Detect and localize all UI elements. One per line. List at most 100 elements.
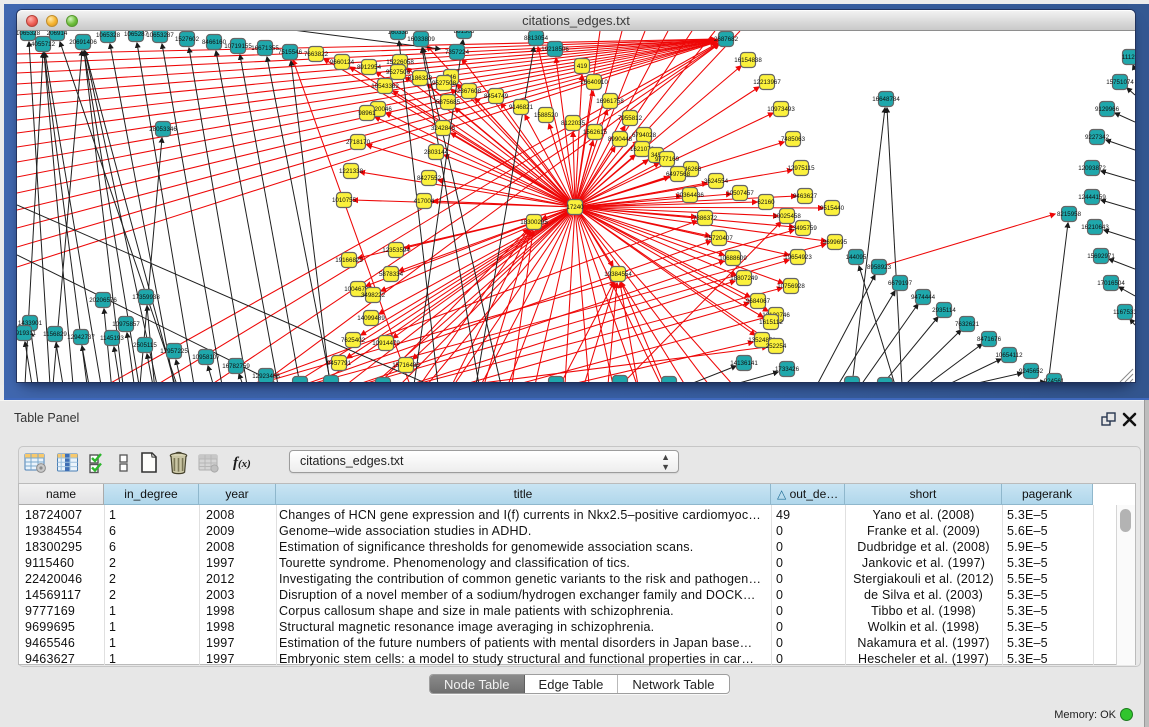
svg-text:3498222: 3498222 xyxy=(361,292,386,299)
svg-text:12975115: 12975115 xyxy=(787,165,815,172)
svg-text:7632621: 7632621 xyxy=(955,321,980,328)
svg-text:1562615: 1562615 xyxy=(583,129,608,136)
svg-text:17359938: 17359938 xyxy=(132,294,160,301)
svg-text:16782759: 16782759 xyxy=(222,363,250,370)
svg-text:14136141: 14136141 xyxy=(730,360,758,367)
svg-text:1733426: 1733426 xyxy=(775,366,800,373)
svg-text:12213967: 12213967 xyxy=(753,79,781,86)
svg-text:1065328: 1065328 xyxy=(96,32,121,39)
svg-text:10973493: 10973493 xyxy=(767,106,795,113)
svg-text:160338: 160338 xyxy=(388,31,409,36)
svg-text:8427552: 8427552 xyxy=(417,175,442,182)
svg-text:9146821: 9146821 xyxy=(509,104,534,111)
svg-text:10756928: 10756928 xyxy=(777,283,805,290)
svg-text:9684067: 9684067 xyxy=(746,298,771,305)
svg-text:16640910: 16640910 xyxy=(580,79,608,86)
svg-text:7386372: 7386372 xyxy=(693,215,718,222)
svg-text:12942737: 12942737 xyxy=(67,334,95,341)
svg-text:1615112: 1615112 xyxy=(759,319,783,326)
svg-text:17240: 17240 xyxy=(566,204,584,211)
svg-text:8990448: 8990448 xyxy=(608,136,633,143)
svg-text:1167533: 1167533 xyxy=(1113,309,1135,316)
svg-text:12444159: 12444159 xyxy=(1078,194,1106,201)
svg-text:9129966: 9129966 xyxy=(1095,106,1120,113)
svg-text:17957225: 17957225 xyxy=(160,348,188,355)
svg-text:3242845: 3242845 xyxy=(431,125,456,132)
svg-text:16210643: 16210643 xyxy=(1081,224,1109,231)
svg-text:5875685: 5875685 xyxy=(436,99,461,106)
svg-text:10507457: 10507457 xyxy=(726,190,754,197)
svg-text:9527508: 9527508 xyxy=(432,80,457,87)
svg-text:10719155: 10719155 xyxy=(224,43,252,50)
svg-text:419: 419 xyxy=(577,63,588,70)
svg-text:19654923: 19654923 xyxy=(784,254,812,261)
svg-text:20206576: 20206576 xyxy=(89,297,117,304)
svg-text:18300295: 18300295 xyxy=(520,219,548,226)
svg-text:16961758: 16961758 xyxy=(596,98,624,105)
svg-text:9457791: 9457791 xyxy=(327,360,352,367)
svg-text:10914479: 10914479 xyxy=(372,340,400,347)
svg-text:2803144: 2803144 xyxy=(424,149,449,156)
svg-text:10688609: 10688609 xyxy=(719,255,747,262)
svg-text:14099489: 14099489 xyxy=(357,315,385,322)
svg-text:9463627: 9463627 xyxy=(793,193,818,200)
svg-text:3919311: 3919311 xyxy=(17,330,36,337)
svg-text:1156829: 1156829 xyxy=(43,331,67,338)
svg-text:28053346: 28053346 xyxy=(149,126,177,133)
svg-text:17016504: 17016504 xyxy=(1097,280,1125,287)
svg-text:12093872: 12093872 xyxy=(1078,165,1106,172)
svg-text:16154838: 16154838 xyxy=(734,57,762,64)
svg-text:8215958: 8215958 xyxy=(1057,211,1082,218)
svg-text:18807249: 18807249 xyxy=(730,275,758,282)
svg-text:7663822: 7663822 xyxy=(304,51,329,58)
svg-text:4055712: 4055712 xyxy=(31,41,56,48)
svg-text:8471676: 8471676 xyxy=(977,336,1002,343)
svg-text:8813054: 8813054 xyxy=(524,35,549,42)
svg-text:7515546: 7515546 xyxy=(278,49,303,56)
svg-text:10543362: 10543362 xyxy=(371,83,399,90)
svg-text:2718170: 2718170 xyxy=(346,139,371,146)
svg-text:9515440: 9515440 xyxy=(820,205,845,212)
svg-text:15720407: 15720407 xyxy=(705,235,733,242)
svg-text:1010755: 1010755 xyxy=(332,197,357,204)
svg-text:9227342: 9227342 xyxy=(1085,134,1110,141)
svg-text:7625402: 7625402 xyxy=(341,337,366,344)
svg-text:9699695: 9699695 xyxy=(823,239,848,246)
svg-text:6794028: 6794028 xyxy=(632,132,657,139)
svg-text:417004: 417004 xyxy=(414,198,435,205)
svg-text:15716485: 15716485 xyxy=(392,362,420,369)
svg-text:10025458: 10025458 xyxy=(773,213,801,220)
svg-text:19384554: 19384554 xyxy=(604,271,632,278)
svg-text:10975857: 10975857 xyxy=(112,321,140,328)
svg-text:1065328: 1065328 xyxy=(17,31,41,37)
svg-text:15751074: 15751074 xyxy=(1106,79,1134,86)
svg-text:13495759: 13495759 xyxy=(789,225,817,232)
svg-text:2935114: 2935114 xyxy=(932,307,956,314)
svg-text:9660124: 9660124 xyxy=(330,59,355,66)
svg-text:19218506: 19218506 xyxy=(541,46,569,53)
svg-text:11123: 11123 xyxy=(1122,54,1135,61)
svg-text:2367608: 2367608 xyxy=(457,88,482,95)
svg-text:9474444: 9474444 xyxy=(911,294,936,301)
svg-text:9527506: 9527506 xyxy=(386,69,411,76)
svg-text:3624554: 3624554 xyxy=(704,178,729,185)
svg-text:881305: 881305 xyxy=(454,31,475,35)
svg-text:7955812: 7955812 xyxy=(618,115,643,122)
svg-text:1527602: 1527602 xyxy=(175,36,200,43)
svg-text:6679197: 6679197 xyxy=(888,280,913,287)
svg-text:8466160: 8466160 xyxy=(202,39,227,46)
svg-text:10653287: 10653287 xyxy=(146,32,174,39)
svg-text:5878334: 5878334 xyxy=(379,271,404,278)
svg-text:16033809: 16033809 xyxy=(407,36,435,43)
svg-text:16648784: 16648784 xyxy=(872,96,900,103)
svg-text:8122035: 8122035 xyxy=(561,120,586,127)
svg-text:6497568: 6497568 xyxy=(666,171,691,178)
svg-text:1588520: 1588520 xyxy=(534,112,559,119)
svg-text:15692971: 15692971 xyxy=(1087,253,1115,260)
svg-text:8186328: 8186328 xyxy=(408,75,433,82)
svg-text:12923468: 12923468 xyxy=(252,373,280,380)
svg-text:206914: 206914 xyxy=(47,31,68,37)
svg-text:12353594: 12353594 xyxy=(382,247,410,254)
svg-text:7357224: 7357224 xyxy=(445,49,470,56)
svg-text:1221338: 1221338 xyxy=(339,168,364,175)
